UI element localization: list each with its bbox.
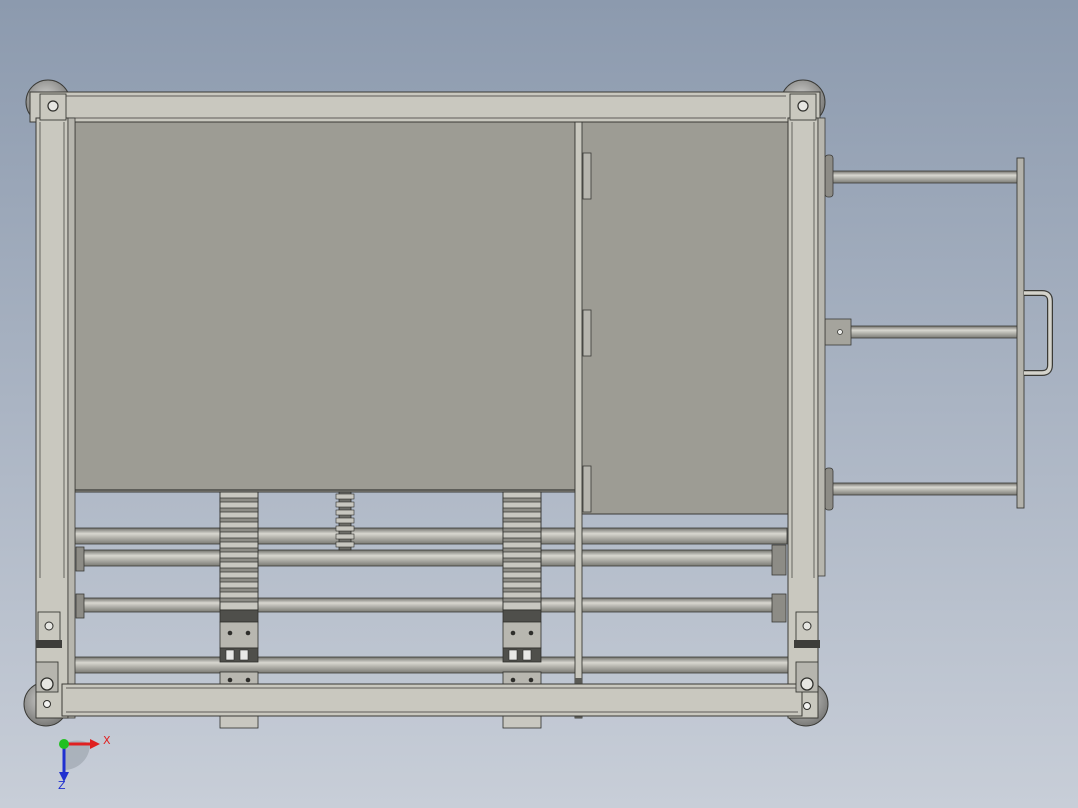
main-panel-right xyxy=(579,121,789,515)
shaft-4 xyxy=(61,656,803,674)
divider-post xyxy=(574,121,583,719)
frame-top-beam xyxy=(29,91,821,123)
drawer-front-plate xyxy=(1016,157,1025,509)
main-panel-left xyxy=(74,121,576,493)
corner-bolt xyxy=(47,100,59,112)
cad-viewport[interactable]: X Z xyxy=(0,0,1078,808)
y-axis-dot xyxy=(59,739,69,749)
shaft-1 xyxy=(74,527,788,545)
rod-bracket xyxy=(582,465,592,513)
chain-sprocket xyxy=(335,491,355,551)
enclosure-panels xyxy=(74,121,789,515)
shaft-3 xyxy=(79,597,786,613)
frame-bottom-beam xyxy=(61,683,803,717)
rod-bracket xyxy=(582,152,592,200)
rod-collar xyxy=(824,154,834,198)
x-axis-label: X xyxy=(103,734,111,747)
shaft-2 xyxy=(79,549,786,567)
rod-bracket xyxy=(582,309,592,357)
z-axis-label: Z xyxy=(58,779,66,792)
corner-bolt xyxy=(797,100,809,112)
rod-collar xyxy=(824,467,834,511)
rod-collar-bolt xyxy=(837,329,843,335)
